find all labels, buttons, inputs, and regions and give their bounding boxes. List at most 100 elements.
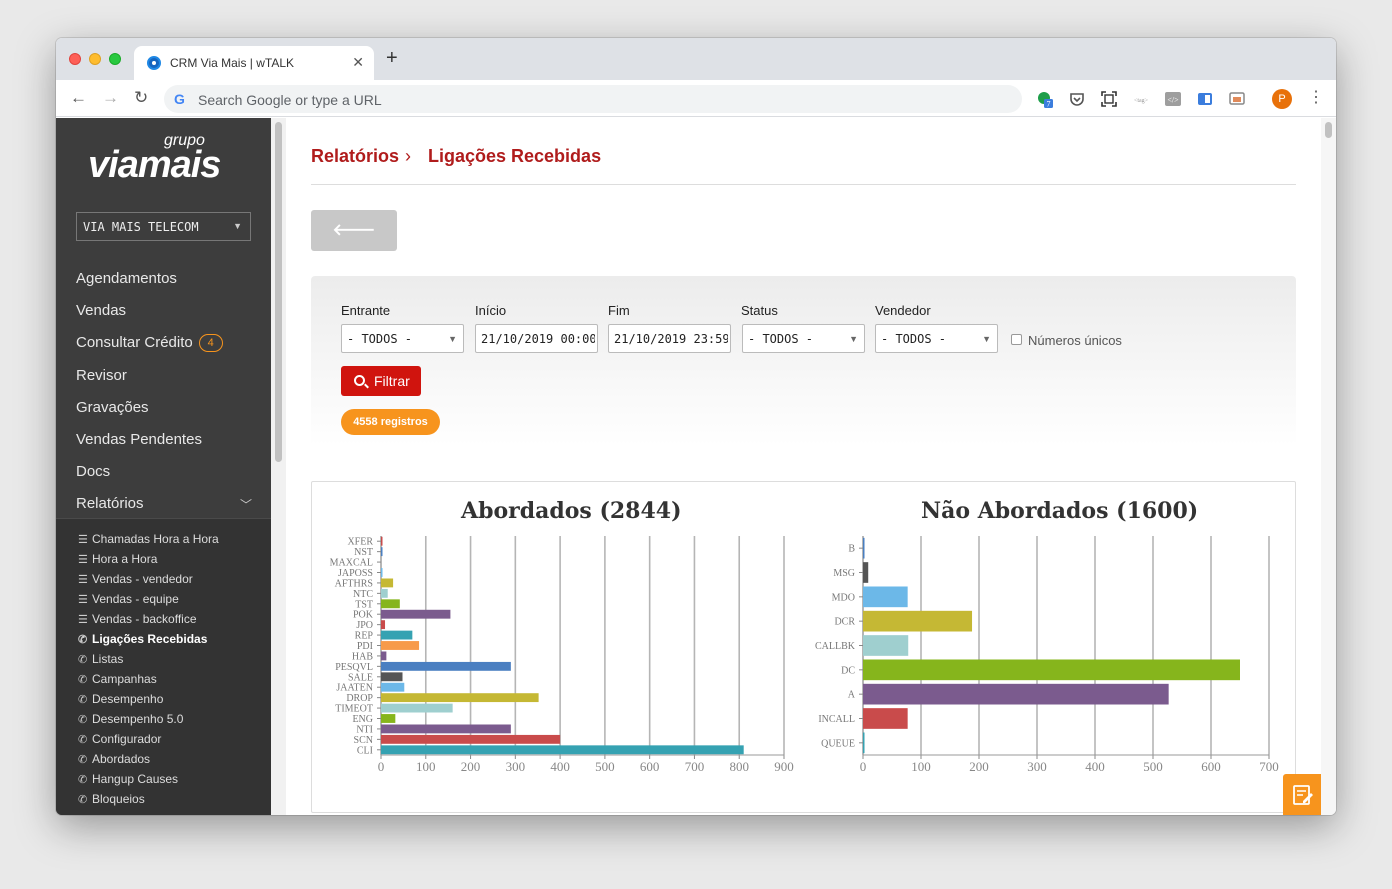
tag-extension-icon[interactable]: <tag>	[1132, 90, 1150, 108]
y-tick-label: SALE	[348, 672, 373, 683]
chart-title-nao-abordados: Não Abordados (1600)	[921, 498, 1199, 524]
chevron-down-icon[interactable]: ﹀	[240, 496, 252, 513]
submenu-item-label: Vendas - vendedor	[92, 572, 193, 586]
svg-text:<tag>: <tag>	[1134, 98, 1149, 104]
inicio-input[interactable]: 21/10/2019 00:00	[475, 324, 598, 353]
entrante-select[interactable]: - TODOS - ▼	[341, 324, 464, 353]
submenu-item[interactable]: ✆ Ligações Recebidas	[78, 632, 207, 646]
company-select[interactable]: VIA MAIS TELECOM ▼	[76, 212, 251, 241]
back-button[interactable]: 🡐 Voltar	[311, 210, 397, 280]
company-select-value: VIA MAIS TELECOM	[83, 220, 199, 234]
main-scrollbar[interactable]	[1321, 118, 1336, 815]
google-icon: G	[174, 91, 185, 107]
logo-viamais: viamais	[88, 144, 221, 186]
filter-button[interactable]: Filtrar	[341, 366, 421, 396]
menu-item-consultar-credito[interactable]: Consultar Crédito 4	[76, 334, 223, 352]
chevron-down-icon: ▼	[233, 221, 242, 231]
x-tick-label: 300	[1027, 759, 1047, 774]
forward-arrow-icon[interactable]: →	[102, 88, 119, 108]
menu-item-relatorios[interactable]: Relatórios	[76, 495, 144, 512]
entrante-label: Entrante	[341, 303, 391, 318]
submenu-item[interactable]: ☰ Vendas - backoffice	[78, 612, 197, 626]
sidebar-extension-icon[interactable]	[1196, 90, 1214, 108]
browser-menu-icon[interactable]: ⋮	[1308, 88, 1324, 108]
reload-icon[interactable]: ↻	[134, 88, 148, 108]
y-tick-label: NST	[354, 547, 373, 558]
sidebar-scrollbar[interactable]	[271, 118, 286, 815]
submenu-item[interactable]: ☰ Chamadas Hora a Hora	[78, 532, 219, 546]
y-tick-label: PESQVL	[335, 662, 373, 673]
cast-extension-icon[interactable]	[1228, 90, 1246, 108]
list-icon: ☰	[78, 614, 88, 626]
browser-tab-active[interactable]: CRM Via Mais | wTALK ✕	[134, 46, 374, 80]
screenshot-icon[interactable]	[1100, 90, 1118, 108]
submenu-item[interactable]: ☰ Vendas - vendedor	[78, 572, 193, 586]
vendedor-select[interactable]: - TODOS - ▼	[875, 324, 998, 353]
main-content: Relatórios › Ligações Recebidas 🡐 Voltar…	[286, 118, 1321, 815]
pocket-icon[interactable]	[1068, 90, 1086, 108]
y-tick-label: PDI	[357, 641, 373, 652]
breadcrumb-root[interactable]: Relatórios	[311, 146, 399, 167]
maximize-window-button[interactable]	[109, 53, 121, 65]
menu-item-vendas-pendentes[interactable]: Vendas Pendentes	[76, 431, 202, 448]
profile-avatar[interactable]: P	[1272, 89, 1292, 109]
submenu-item[interactable]: ☰ Vendas - equipe	[78, 592, 179, 606]
y-tick-label: JAPOSS	[338, 568, 373, 579]
unique-numbers-label[interactable]: Números únicos	[1028, 333, 1122, 348]
phone-icon: ✆	[78, 714, 88, 726]
submenu-item[interactable]: ✆ Desempenho 5.0	[78, 712, 183, 726]
submenu-item[interactable]: ✆ Abordados	[78, 752, 150, 766]
main-scrollbar-thumb[interactable]	[1325, 122, 1332, 138]
submenu-item[interactable]: ☰ Hora a Hora	[78, 552, 157, 566]
menu-item-gravacoes[interactable]: Gravações	[76, 399, 149, 416]
bar	[381, 630, 413, 640]
menu-item-revisor[interactable]: Revisor	[76, 367, 127, 384]
minimize-window-button[interactable]	[89, 53, 101, 65]
bar	[381, 661, 511, 671]
status-select[interactable]: - TODOS - ▼	[742, 324, 865, 353]
notes-floating-button[interactable]	[1283, 774, 1321, 815]
extension-status-icon[interactable]: 7	[1036, 90, 1054, 109]
submenu-item[interactable]: ✆ Configurador	[78, 732, 161, 746]
list-icon: ☰	[78, 554, 88, 566]
bar	[381, 609, 451, 619]
x-tick-label: 800	[729, 759, 749, 774]
menu-item-agendamentos[interactable]: Agendamentos	[76, 270, 177, 287]
bar	[863, 537, 865, 559]
x-tick-label: 500	[595, 759, 615, 774]
x-tick-label: 500	[1143, 759, 1163, 774]
inicio-label: Início	[475, 303, 507, 318]
menu-item-label: Consultar Crédito	[76, 334, 193, 351]
code-extension-icon[interactable]: </>	[1164, 90, 1182, 108]
bar	[381, 568, 383, 577]
bar	[863, 635, 909, 656]
svg-text:</>: </>	[1167, 96, 1179, 105]
address-bar[interactable]: G Search Google or type a URL	[164, 85, 1022, 113]
tab-close-icon[interactable]: ✕	[352, 54, 364, 71]
y-tick-label: MAXCAL	[330, 558, 373, 569]
phone-icon: ✆	[78, 794, 88, 806]
unique-numbers-checkbox[interactable]	[1011, 334, 1022, 345]
submenu-item-label: Abordados	[92, 752, 151, 766]
fim-input[interactable]: 21/10/2019 23:59	[608, 324, 731, 353]
bar	[863, 610, 973, 632]
phone-icon: ✆	[78, 734, 88, 746]
close-window-button[interactable]	[69, 53, 81, 65]
entrante-select-value: - TODOS -	[347, 332, 413, 346]
menu-item-vendas[interactable]: Vendas	[76, 302, 126, 319]
sidebar-scrollbar-thumb[interactable]	[275, 122, 282, 462]
submenu-item[interactable]: ✆ Listas	[78, 652, 123, 666]
bar	[381, 693, 539, 703]
submenu-item[interactable]: ✆ Hangup Causes	[78, 772, 178, 786]
back-arrow-icon[interactable]: ←	[70, 88, 87, 108]
y-tick-label: MSG	[833, 568, 855, 579]
y-tick-label: REP	[355, 631, 374, 642]
submenu-item[interactable]: ✆ Desempenho	[78, 692, 163, 706]
new-tab-icon[interactable]: +	[386, 48, 398, 68]
submenu-item[interactable]: ✆ Bloqueios	[78, 792, 145, 806]
y-tick-label: DCR	[834, 617, 855, 628]
menu-item-docs[interactable]: Docs	[76, 463, 110, 480]
submenu-item[interactable]: ✆ Campanhas	[78, 672, 157, 686]
bar	[381, 734, 561, 744]
y-tick-label: TST	[355, 599, 373, 610]
